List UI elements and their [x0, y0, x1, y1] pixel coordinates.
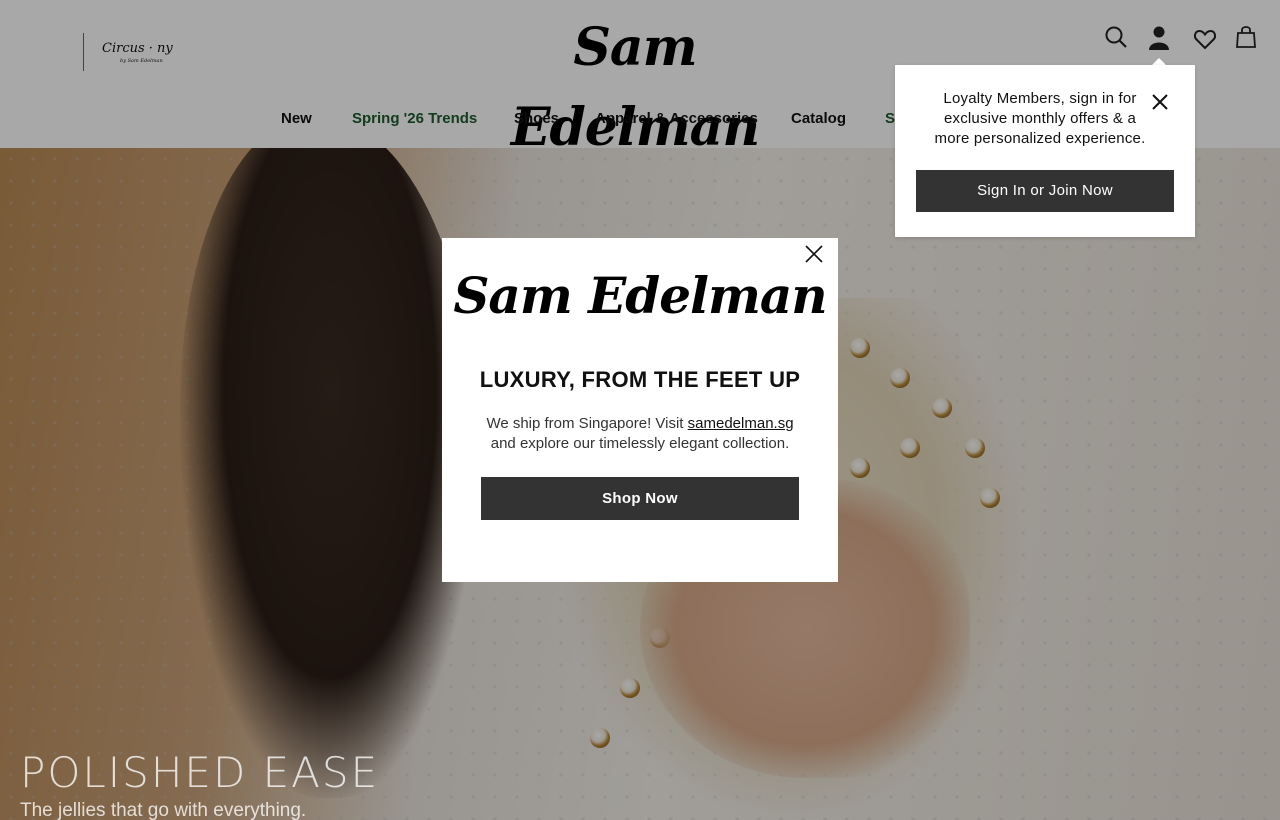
loyalty-popover: Loyalty Members, sign in for exclusive m…: [895, 65, 1195, 237]
sign-in-join-button[interactable]: Sign In or Join Now: [916, 170, 1174, 212]
modal-body-text: We ship from Singapore! Visit samedelman…: [472, 414, 808, 454]
hero-title: POLISHED EASE: [20, 748, 380, 797]
close-icon[interactable]: [804, 244, 824, 264]
close-icon[interactable]: [1151, 93, 1169, 111]
loyalty-popover-text: Loyalty Members, sign in for exclusive m…: [934, 90, 1146, 147]
shipping-modal: Sam Edelman LUXURY, FROM THE FEET UP We …: [442, 238, 838, 582]
modal-logo: Sam Edelman: [453, 266, 827, 325]
modal-body-before: We ship from Singapore! Visit: [486, 415, 684, 432]
samedelman-sg-link[interactable]: samedelman.sg: [688, 415, 794, 432]
shop-now-button[interactable]: Shop Now: [481, 477, 799, 520]
hero-subtitle: The jellies that go with everything.: [20, 800, 307, 820]
modal-heading: LUXURY, FROM THE FEET UP: [479, 367, 801, 392]
modal-body-after: and explore our timelessly elegant colle…: [490, 435, 790, 452]
